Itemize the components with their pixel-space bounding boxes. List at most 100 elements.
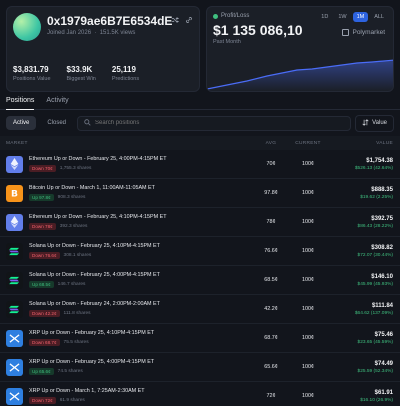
main-tabs: Positions Activity: [0, 92, 400, 110]
market-title[interactable]: Ethereum Up or Down - February 25, 4:00P…: [29, 156, 167, 162]
sort-dropdown[interactable]: Value: [355, 114, 394, 132]
outcome-badge: Up 97.8¢: [29, 194, 54, 201]
view-count: 151.5K views: [99, 30, 136, 36]
pnl-chart: [207, 59, 393, 91]
outcome-badge: Down 72¢: [29, 397, 56, 404]
table-row[interactable]: XRP Up or Down - February 25, 4:00PM-4:1…: [0, 353, 400, 382]
avg-price: 65.6¢: [264, 364, 278, 370]
stat-predictions: 25,119 Predictions: [111, 65, 140, 82]
table-row[interactable]: XRP Up or Down - March 1, 7:25AM-2:30AM …: [0, 382, 400, 406]
tab-activity[interactable]: Activity: [46, 92, 68, 109]
market-title[interactable]: XRP Up or Down - February 25, 4:00PM-4:1…: [29, 359, 154, 365]
pnl-card: Profit/Loss $1 135 086,10 Past Month 1D …: [206, 6, 394, 92]
share-icon[interactable]: [393, 393, 400, 400]
value-cell: $74.49 $25.59 (52.34%): [327, 361, 393, 374]
current-price: 100¢: [302, 161, 314, 167]
position-value: $308.82: [371, 244, 393, 251]
market-cell: XRP Up or Down - February 25, 4:00PM-4:1…: [6, 358, 253, 376]
share-icon[interactable]: [393, 248, 400, 255]
position-pnl: $526.13 (42.64%): [354, 165, 393, 171]
profile-stats: $3,831.79 Positions Value $33.9K Biggest…: [13, 65, 139, 82]
xrp-icon: [6, 329, 23, 347]
search-icon: [84, 118, 91, 128]
market-title[interactable]: Solana Up or Down - February 25, 4:00PM-…: [29, 272, 160, 278]
share-icon[interactable]: [393, 219, 400, 226]
position-pnl: $45.99 (45.93%): [357, 281, 393, 287]
value-cell: $308.82 $72.07 (30.44%): [327, 245, 393, 258]
link-icon[interactable]: [185, 16, 193, 26]
bitcoin-icon: B: [6, 184, 23, 202]
shuffle-icon[interactable]: [171, 16, 180, 26]
table-row[interactable]: Ethereum Up or Down - February 25, 4:10P…: [0, 208, 400, 237]
market-cell: XRP Up or Down - March 1, 7:25AM-2:30AM …: [6, 387, 253, 405]
position-value: $146.10: [371, 273, 393, 280]
current-price: 100¢: [302, 219, 314, 225]
search-input[interactable]: [95, 120, 345, 126]
market-title[interactable]: Solana Up or Down - February 25, 4:10PM-…: [29, 243, 160, 249]
avg-price: 76.6¢: [264, 248, 278, 254]
share-icon[interactable]: [393, 335, 400, 342]
market-cell: Ethereum Up or Down - February 25, 4:00P…: [6, 155, 253, 173]
position-pnl: $23.65 (45.59%): [357, 339, 393, 345]
table-row[interactable]: Solana Up or Down - February 25, 4:10PM-…: [0, 237, 400, 266]
xrp-icon: [6, 358, 23, 376]
current-price: 100¢: [302, 248, 314, 254]
ethereum-icon: [6, 155, 23, 173]
outcome-badge: Down 68.7¢: [29, 339, 60, 346]
share-icon[interactable]: [393, 277, 400, 284]
range-1w[interactable]: 1W: [334, 12, 350, 22]
market-cell: Solana Up or Down - February 25, 4:10PM-…: [6, 242, 253, 260]
share-count: 75.5 shares: [63, 340, 89, 345]
position-pnl: $72.07 (30.44%): [357, 252, 393, 258]
share-icon[interactable]: [393, 190, 400, 197]
pnl-period: Past Month: [213, 39, 241, 45]
position-value: $111.84: [371, 302, 393, 309]
solana-icon: [6, 242, 23, 260]
market-title[interactable]: Ethereum Up or Down - February 25, 4:10P…: [29, 214, 167, 220]
range-1m[interactable]: 1M: [352, 12, 369, 22]
range-1d[interactable]: 1D: [317, 12, 332, 22]
market-title[interactable]: Bitcoin Up or Down - March 1, 11:00AM-11…: [29, 185, 155, 191]
table-row[interactable]: Ethereum Up or Down - February 25, 4:00P…: [0, 150, 400, 179]
market-title[interactable]: XRP Up or Down - February 25, 4:10PM-4:1…: [29, 330, 154, 336]
table-row[interactable]: Solana Up or Down - February 24, 2:00PM-…: [0, 295, 400, 324]
avg-price: 68.7¢: [264, 335, 278, 341]
col-value[interactable]: VALUE: [327, 141, 393, 146]
position-pnl: $64.62 (137.09%): [354, 310, 393, 316]
position-value: $1,754.38: [366, 157, 393, 164]
wallet-address: 0x1979ae6B7E6534dE9...: [47, 14, 173, 28]
share-count: 111.8 shares: [63, 311, 91, 316]
positive-dot-icon: [213, 13, 218, 19]
value-cell: $146.10 $45.99 (45.93%): [327, 274, 393, 287]
filter-closed[interactable]: Closed: [40, 116, 73, 130]
polymarket-brand: Polymarket: [342, 29, 385, 36]
search-box[interactable]: [77, 115, 352, 131]
market-title[interactable]: XRP Up or Down - March 1, 7:25AM-2:30AM …: [29, 388, 145, 394]
avatar: [13, 13, 41, 41]
joined-date: Joined Jan 2026: [47, 30, 92, 36]
range-all[interactable]: ALL: [370, 12, 388, 22]
filter-active[interactable]: Active: [6, 116, 37, 130]
tab-positions[interactable]: Positions: [6, 92, 35, 110]
solana-icon: [6, 271, 23, 289]
current-price: 100¢: [302, 190, 314, 196]
share-count: 908.3 shares: [57, 195, 86, 200]
table-row[interactable]: Solana Up or Down - February 25, 4:00PM-…: [0, 266, 400, 295]
market-cell: XRP Up or Down - February 25, 4:10PM-4:1…: [6, 329, 253, 347]
share-icon[interactable]: [393, 161, 400, 168]
col-avg: AVG: [265, 140, 277, 146]
value-cell: $392.75 $86.43 (28.22%): [327, 216, 393, 229]
range-tabs: 1D 1W 1M ALL: [317, 12, 388, 22]
stat-positions-value: $3,831.79 Positions Value: [13, 65, 51, 82]
share-icon[interactable]: [393, 306, 400, 313]
profile-card: 0x1979ae6B7E6534dE9... Joined Jan 2026 ·…: [6, 6, 200, 92]
position-value: $61.91: [374, 389, 393, 396]
market-title[interactable]: Solana Up or Down - February 24, 2:00PM-…: [29, 301, 160, 307]
table-row[interactable]: XRP Up or Down - February 25, 4:10PM-4:1…: [0, 324, 400, 353]
avg-price: 70¢: [266, 161, 276, 167]
outcome-badge: Down 70¢: [29, 165, 56, 172]
table-row[interactable]: B Bitcoin Up or Down - March 1, 11:00AM-…: [0, 179, 400, 208]
outcome-badge: Up 65.6¢: [29, 368, 54, 375]
market-cell: Solana Up or Down - February 24, 2:00PM-…: [6, 300, 253, 318]
share-icon[interactable]: [393, 364, 400, 371]
